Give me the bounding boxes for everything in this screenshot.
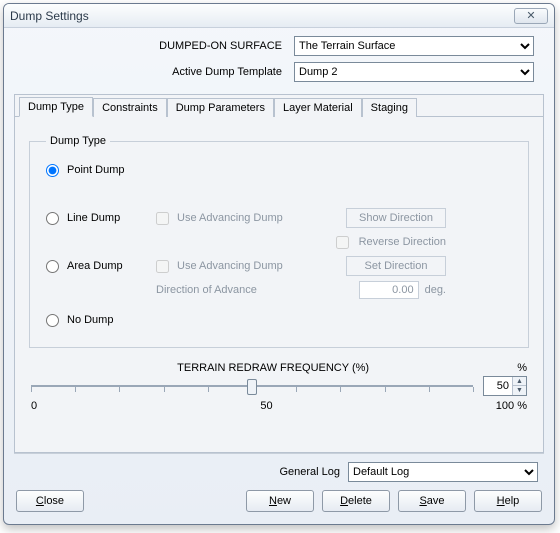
area-dump-row: Area Dump Use Advancing Dump Set Directi… [46,253,516,279]
direction-of-advance-label: Direction of Advance [156,284,257,296]
window-title: Dump Settings [10,9,514,23]
direction-of-advance-row: Direction of Advance 0.00 deg. [46,279,516,301]
slider-thumb[interactable] [247,379,257,395]
no-dump-row: No Dump [46,307,516,333]
dumped-on-surface-select[interactable]: The Terrain Surface [294,36,534,56]
close-icon: ✕ [526,9,535,22]
slider-scale: 0 50 100 % [29,400,529,412]
window-body: DUMPED-ON SURFACE The Terrain Surface Ac… [4,28,554,524]
redraw-slider-row: 50 ▲ ▼ [29,376,529,396]
line-use-advancing-label: Use Advancing Dump [177,212,283,224]
delete-button[interactable]: Delete [322,490,390,512]
percent-symbol: % [517,362,529,374]
reverse-direction-row: Reverse Direction [46,231,516,253]
area-use-advancing-label: Use Advancing Dump [177,260,283,272]
dumped-on-surface-row: DUMPED-ON SURFACE The Terrain Surface [24,36,534,56]
tab-constraints[interactable]: Constraints [93,98,167,117]
action-button-row: Close New Delete Save Help [14,490,544,514]
bottom-band: General Log Default Log Close New Delete… [14,453,544,514]
general-log-select[interactable]: Default Log [348,462,538,482]
line-dump-row: Line Dump Use Advancing Dump Show Direct… [46,205,516,231]
direction-unit-label: deg. [425,284,446,296]
redraw-spinbox[interactable]: 50 ▲ ▼ [483,376,527,396]
redraw-frequency-heading: TERRAIN REDRAW FREQUENCY (%) % [29,362,529,374]
spin-arrows: ▲ ▼ [512,377,526,395]
active-dump-template-label: Active Dump Template [24,66,294,78]
line-use-advancing-checkbox[interactable] [156,212,169,225]
dumped-on-surface-label: DUMPED-ON SURFACE [24,40,294,52]
direction-value-field[interactable]: 0.00 [359,281,419,299]
dump-type-group: Dump Type Point Dump Line Dump [29,135,529,348]
line-dump-radio[interactable] [46,212,59,225]
active-dump-template-select[interactable]: Dump 2 [294,62,534,82]
header-form: DUMPED-ON SURFACE The Terrain Surface Ac… [14,36,544,94]
scale-mid: 50 [260,400,272,412]
redraw-slider[interactable] [31,376,473,396]
spin-down-icon[interactable]: ▼ [513,386,526,395]
show-direction-button[interactable]: Show Direction [346,208,446,228]
point-dump-row: Point Dump [46,157,516,183]
area-use-advancing-checkbox[interactable] [156,260,169,273]
save-button[interactable]: Save [398,490,466,512]
spin-up-icon[interactable]: ▲ [513,377,526,386]
general-log-row: General Log Default Log [14,460,544,490]
window-close-button[interactable]: ✕ [514,8,548,24]
help-button[interactable]: Help [474,490,542,512]
reverse-direction-label: Reverse Direction [359,236,446,248]
active-dump-template-row: Active Dump Template Dump 2 [24,62,534,82]
general-log-label: General Log [279,466,340,478]
close-button[interactable]: Close [16,490,84,512]
main-panel: Dump Type Constraints Dump Parameters La… [14,94,544,453]
no-dump-label: No Dump [67,314,113,326]
tab-strip: Dump Type Constraints Dump Parameters La… [15,95,543,117]
set-direction-button[interactable]: Set Direction [346,256,446,276]
line-dump-label: Line Dump [67,212,120,224]
new-button[interactable]: New [246,490,314,512]
redraw-value: 50 [484,380,512,392]
tab-staging[interactable]: Staging [362,98,417,117]
dump-type-legend: Dump Type [46,135,110,147]
tab-dump-parameters[interactable]: Dump Parameters [167,98,274,117]
point-dump-label: Point Dump [67,164,124,176]
tab-layer-material[interactable]: Layer Material [274,98,362,117]
point-dump-radio[interactable] [46,164,59,177]
no-dump-radio[interactable] [46,314,59,327]
tab-content-dump-type: Dump Type Point Dump Line Dump [15,117,543,452]
reverse-direction-checkbox[interactable] [336,236,349,249]
tab-dump-type[interactable]: Dump Type [19,97,93,117]
dump-settings-window: Dump Settings ✕ DUMPED-ON SURFACE The Te… [3,3,555,525]
scale-max: 100 % [496,400,527,412]
scale-min: 0 [31,400,37,412]
titlebar: Dump Settings ✕ [4,4,554,28]
redraw-frequency-label: TERRAIN REDRAW FREQUENCY (%) [177,362,369,374]
area-dump-label: Area Dump [67,260,123,272]
area-dump-radio[interactable] [46,260,59,273]
